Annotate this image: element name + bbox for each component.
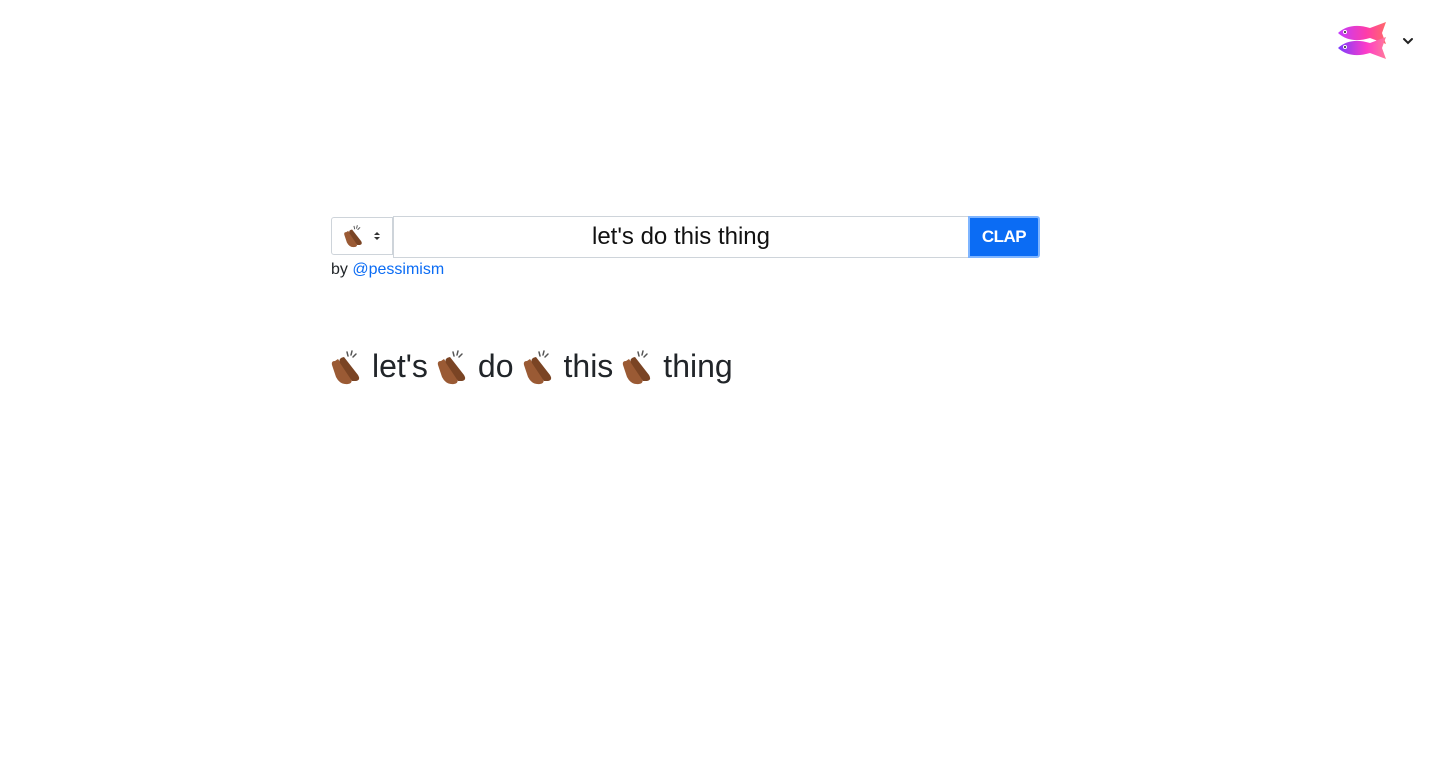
clap-button[interactable]: CLAP [968,216,1040,258]
clapping-hands-icon [344,225,362,248]
chevron-down-icon[interactable] [1402,35,1414,47]
byline-prefix: by [331,261,348,278]
output-word: do [477,348,514,384]
output-word: this [563,348,614,384]
author-link[interactable]: @pessimism [352,261,444,278]
fish-logo-icon [1338,22,1386,59]
clapping-hands-icon [331,349,360,384]
account-menu[interactable] [1336,20,1414,62]
clap-text-input[interactable] [393,216,968,258]
emoji-select[interactable] [331,217,393,255]
clapping-hands-icon [523,349,551,384]
clapped-output: let's do this thing [330,348,741,385]
select-arrows-icon [374,232,380,240]
clapping-hands-icon [623,349,651,384]
output-word: thing [663,348,733,384]
output-word: let's [372,348,428,384]
clap-form: CLAP [331,216,1040,258]
page: CLAP by @pessimism let's do this thing [0,0,1435,775]
byline: by @pessimism [331,261,444,279]
clapping-hands-icon [437,349,466,384]
